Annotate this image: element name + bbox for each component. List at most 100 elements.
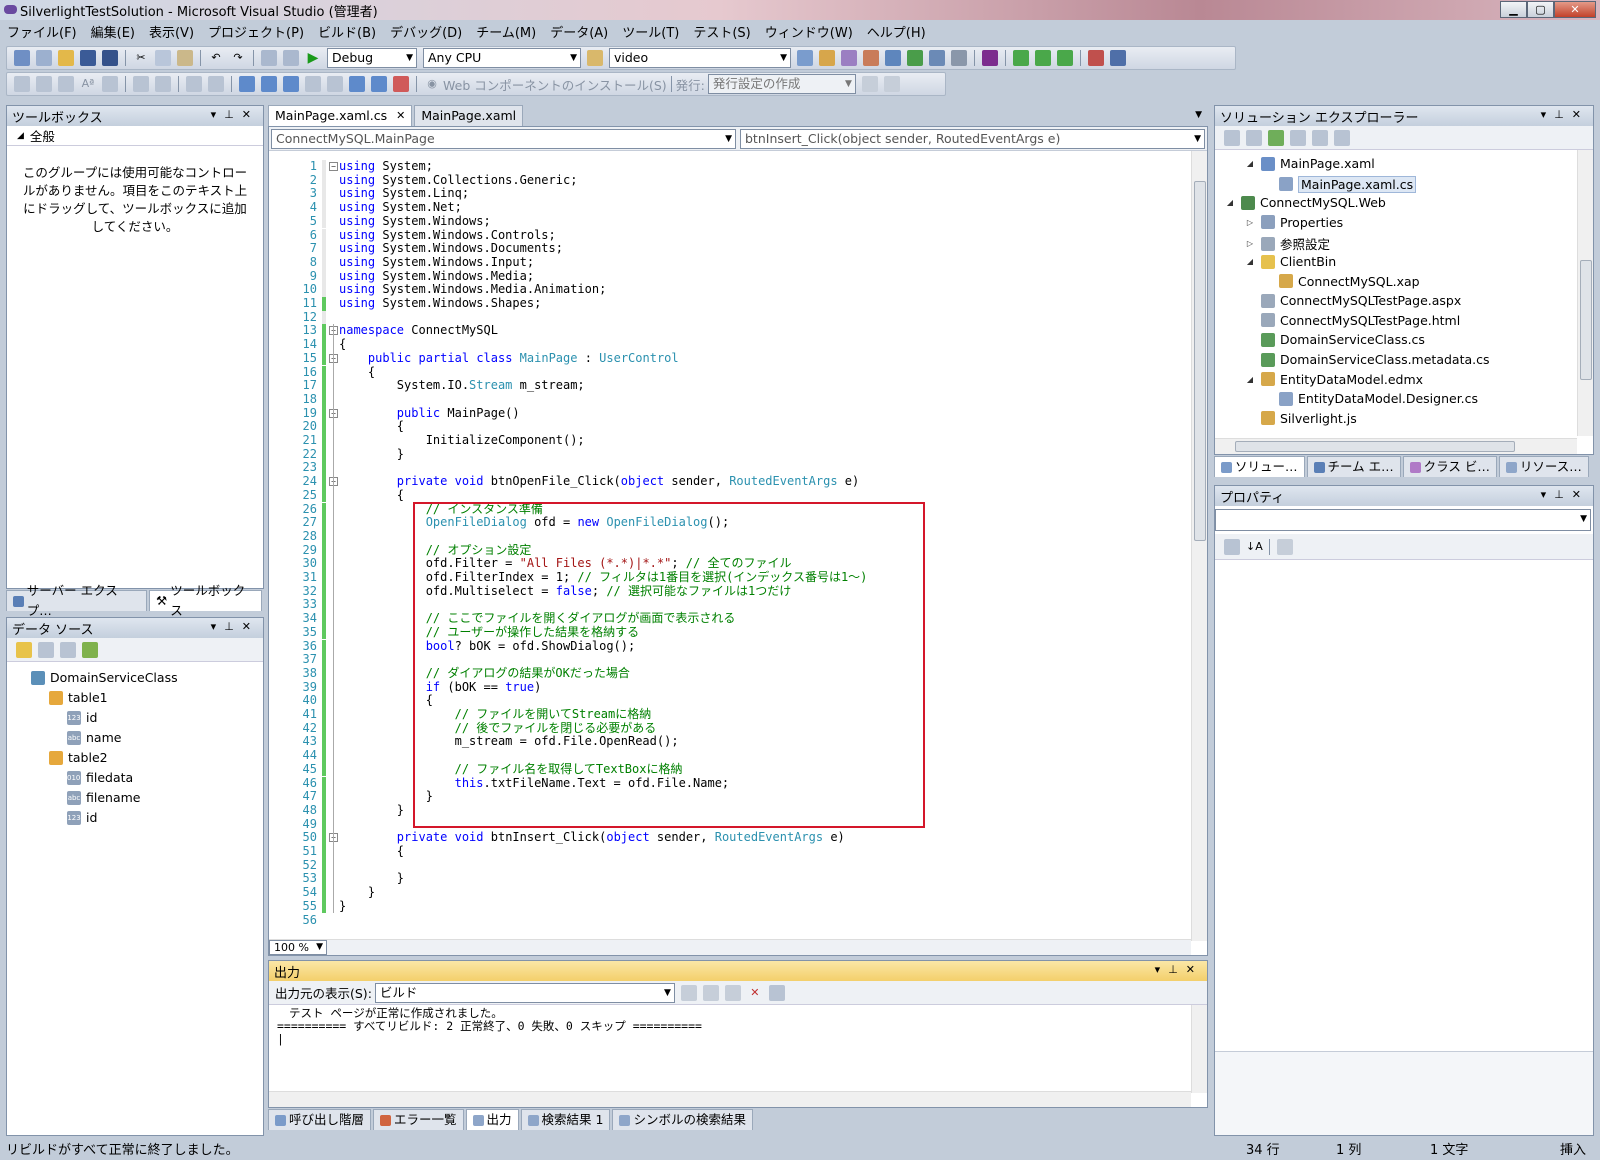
solution-tree-node[interactable]: ◢ MainPage.xaml — [1245, 156, 1375, 171]
next-bookmark-doc-icon[interactable] — [371, 76, 387, 92]
solution-tree-node[interactable]: ConnectMySQL.xap — [1263, 274, 1420, 289]
pointer-icon[interactable] — [58, 76, 74, 92]
menu-data[interactable]: データ(A) — [543, 22, 615, 41]
solution-tree-node[interactable]: ◢ ConnectMySQL.Web — [1225, 195, 1386, 210]
code-line[interactable]: using System.Windows.Documents; — [339, 241, 563, 256]
configure-icon[interactable] — [60, 641, 76, 658]
publish-web-icon[interactable] — [861, 76, 878, 92]
solution-tree-node[interactable]: ▷ 参照設定 — [1245, 234, 1330, 253]
view-code-icon[interactable] — [1290, 129, 1306, 146]
collapsed-arrow-icon[interactable]: ▷ — [1245, 239, 1255, 248]
align-icon[interactable] — [1110, 50, 1126, 66]
expanded-arrow-icon[interactable]: ◢ — [1245, 159, 1255, 168]
code-line[interactable]: } — [339, 885, 375, 900]
edit-dataset-icon[interactable] — [38, 641, 54, 658]
find-message-icon[interactable] — [680, 984, 697, 1001]
code-line[interactable]: public MainPage() — [339, 406, 520, 421]
open-folder-icon[interactable] — [58, 50, 74, 66]
next-message-icon[interactable] — [724, 984, 741, 1001]
solution-tree-node[interactable]: ▷ Properties — [1245, 215, 1343, 230]
start-debug-icon[interactable]: ▶ — [305, 50, 321, 66]
code-line[interactable]: System.IO.Stream m_stream; — [339, 378, 585, 393]
code-line[interactable]: using System.Windows.Shapes; — [339, 296, 541, 311]
code-line[interactable]: using System.Windows.Media; — [339, 269, 534, 284]
code-line[interactable]: private void btnInsert_Click(object send… — [339, 830, 845, 845]
properties-icon[interactable] — [1224, 129, 1240, 146]
solution-tree-node[interactable]: ◢ EntityDataModel.edmx — [1245, 372, 1423, 387]
menu-edit[interactable]: 編集(E) — [84, 22, 142, 41]
menu-test[interactable]: テスト(S) — [686, 22, 757, 41]
extension-manager-icon[interactable] — [907, 50, 923, 66]
save-icon[interactable] — [80, 50, 96, 66]
publish-settings-icon[interactable] — [883, 76, 900, 92]
menu-view[interactable]: 表示(V) — [142, 22, 201, 41]
navigate-forward-icon[interactable] — [283, 50, 299, 66]
code-line[interactable]: using System.Windows.Controls; — [339, 228, 556, 243]
code-line[interactable]: using System.Linq; — [339, 187, 469, 201]
expanded-arrow-icon[interactable]: ◢ — [1245, 375, 1255, 384]
font-size-icon[interactable]: Aª — [80, 76, 96, 92]
solution-tree-node[interactable]: EntityDataModel.Designer.cs — [1263, 391, 1478, 406]
close-icon[interactable]: ✕ — [396, 106, 405, 126]
code-line[interactable]: } — [339, 899, 346, 914]
solution-tree-node[interactable]: ConnectMySQLTestPage.aspx — [1245, 293, 1461, 308]
member-combo[interactable]: btnInsert_Click(object sender, RoutedEve… — [740, 129, 1205, 149]
output-horizontal-scrollbar[interactable] — [269, 1091, 1191, 1107]
tab-toolbox[interactable]: ⚒ ツールボックス — [148, 583, 262, 618]
tab-solution-explorer[interactable]: ソリュー… — [1214, 456, 1305, 477]
find-in-files-icon[interactable] — [587, 50, 603, 66]
start-page-icon[interactable] — [885, 50, 901, 66]
paste-icon[interactable] — [177, 50, 193, 66]
code-line[interactable]: using System.Net; — [339, 200, 462, 215]
new-project-icon[interactable] — [14, 50, 30, 66]
code-line[interactable]: { — [339, 365, 375, 380]
tree-node[interactable]: table1 — [49, 690, 108, 705]
tree-node[interactable]: DomainServiceClass — [31, 670, 178, 685]
code-line[interactable]: } — [339, 447, 404, 462]
panel-controls[interactable]: ▾⊥✕ — [211, 108, 259, 121]
tab-class-view[interactable]: クラス ビ… — [1402, 456, 1497, 477]
tree-node[interactable]: abc filename — [67, 790, 141, 805]
menu-window[interactable]: ウィンドウ(W) — [758, 22, 860, 41]
menu-help[interactable]: ヘルプ(H) — [860, 22, 933, 41]
properties-icon[interactable] — [819, 50, 835, 66]
code-line[interactable]: private void btnOpenFile_Click(object se… — [339, 474, 859, 489]
class-combo[interactable]: ConnectMySQL.MainPage ▼ — [271, 129, 736, 149]
code-line[interactable]: namespace ConnectMySQL — [339, 324, 498, 338]
collapsed-arrow-icon[interactable]: ▷ — [1245, 218, 1255, 227]
code-line[interactable]: InitializeComponent(); — [339, 433, 585, 448]
config-combo[interactable]: Debug ▼ — [327, 48, 417, 68]
output-source-combo[interactable]: ビルド ▼ — [374, 982, 675, 1003]
code-line[interactable]: using System.Collections.Generic; — [339, 173, 577, 188]
expanded-arrow-icon[interactable]: ◢ — [1245, 257, 1255, 266]
property-pages-icon[interactable] — [1277, 538, 1293, 555]
view-designer-icon[interactable] — [1312, 129, 1328, 146]
plugin-icon[interactable] — [982, 50, 998, 66]
clear-bookmarks-icon[interactable] — [393, 76, 409, 92]
list-icon[interactable] — [102, 76, 118, 92]
tab-mainpage-xaml[interactable]: MainPage.xaml — [414, 105, 524, 126]
toolbox-icon[interactable] — [863, 50, 879, 66]
step-out-icon[interactable] — [1057, 50, 1073, 66]
menu-tools[interactable]: ツール(T) — [615, 22, 686, 41]
platform-combo[interactable]: Any CPU ▼ — [423, 48, 581, 68]
prev-bookmark-folder-icon[interactable] — [305, 76, 321, 92]
panel-controls[interactable]: ▾⊥✕ — [1541, 108, 1589, 121]
prev-bookmark-icon[interactable] — [261, 76, 277, 92]
tab-find-results[interactable]: 検索結果 1 — [520, 1109, 611, 1130]
tab-server-explorer[interactable]: サーバー エクスプ… — [6, 583, 147, 618]
prev-bookmark-doc-icon[interactable] — [349, 76, 365, 92]
solution-tree-node[interactable]: MainPage.xaml.cs — [1263, 175, 1417, 193]
menu-project[interactable]: プロジェクト(P) — [201, 22, 311, 41]
code-line[interactable]: using System.Windows; — [339, 214, 491, 229]
tab-resource-view[interactable]: リソース… — [1498, 456, 1589, 477]
indent-icon[interactable] — [133, 76, 149, 92]
menu-team[interactable]: チーム(M) — [469, 22, 543, 41]
code-line[interactable]: } — [339, 803, 404, 818]
code-line[interactable]: { — [339, 337, 346, 352]
align-left-icon[interactable] — [14, 76, 30, 92]
solution-horizontal-scrollbar[interactable] — [1215, 438, 1577, 454]
uncomment-icon[interactable] — [208, 76, 224, 92]
panel-controls[interactable]: ▾⊥✕ — [1541, 488, 1589, 501]
maximize-button[interactable]: ▢ — [1527, 1, 1554, 18]
